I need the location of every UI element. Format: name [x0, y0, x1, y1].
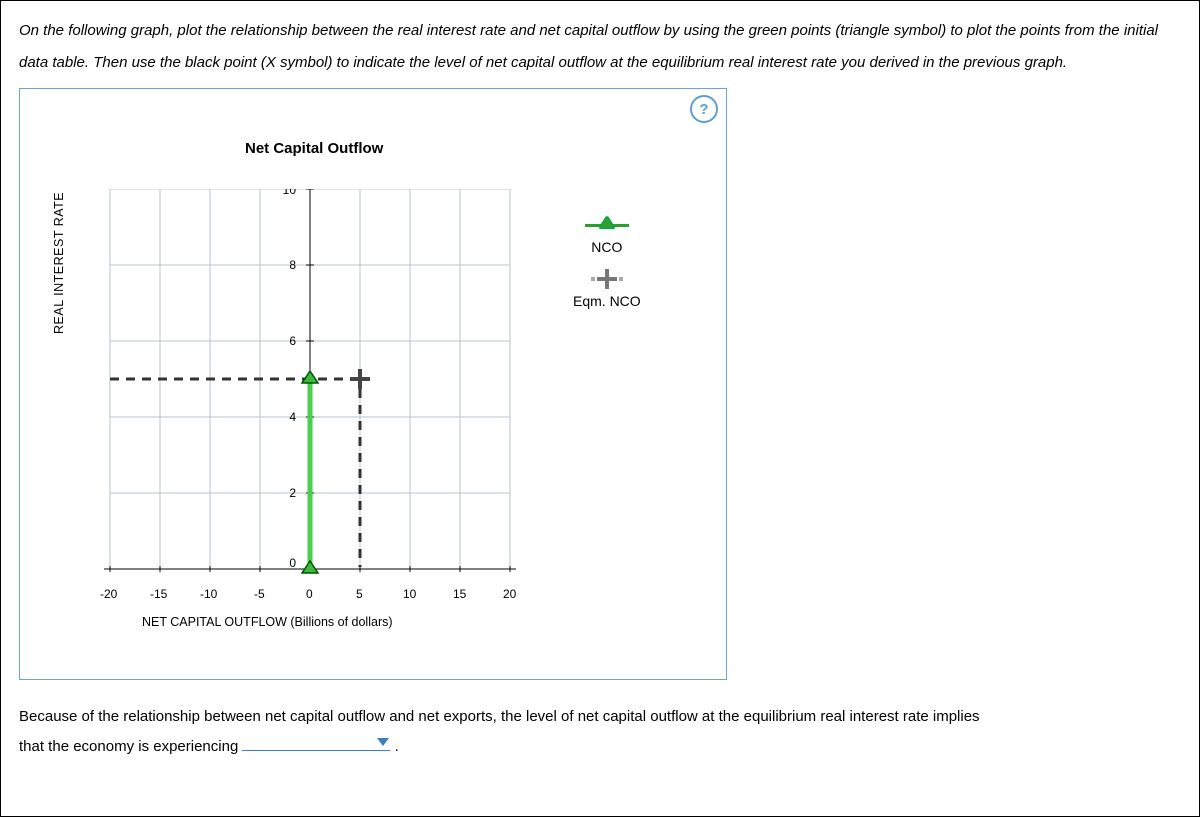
x-axis-label: NET CAPITAL OUTFLOW (Billions of dollars…: [142, 615, 393, 629]
eqm-nco-point-icon[interactable]: [350, 369, 370, 389]
triangle-icon: [585, 215, 629, 235]
x-tick-labels: -20 -15 -10 -5 0 5 10 15 20: [98, 587, 525, 603]
period: .: [395, 738, 399, 755]
bottom-text: Because of the relationship between net …: [19, 702, 1181, 762]
bottom-line2: that the economy is experiencing: [19, 738, 238, 755]
nco-point-icon[interactable]: [302, 371, 318, 383]
help-icon[interactable]: ?: [690, 95, 718, 123]
ytick-label: 2: [289, 486, 296, 500]
trade-balance-dropdown[interactable]: [242, 732, 390, 751]
instruction-text: On the following graph, plot the relatio…: [19, 15, 1181, 78]
legend-nco-label: NCO: [591, 239, 622, 255]
bottom-line1: Because of the relationship between net …: [19, 708, 980, 725]
chart-container: ? Net Capital Outflow REAL INTEREST RATE: [19, 88, 727, 680]
legend-eqm-label: Eqm. NCO: [573, 293, 641, 309]
ytick-label: 6: [289, 334, 296, 348]
legend: NCO Eqm. NCO: [573, 215, 641, 323]
ytick-label: 8: [289, 258, 296, 272]
ytick-label: 0: [289, 556, 296, 570]
ytick-label: 10: [283, 189, 297, 197]
y-axis-label: REAL INTEREST RATE: [52, 192, 66, 334]
ytick-label: 4: [289, 410, 296, 424]
chart-plot[interactable]: 10 8 6 4 2 0: [98, 189, 525, 581]
page: On the following graph, plot the relatio…: [0, 0, 1200, 817]
legend-eqm-nco[interactable]: Eqm. NCO: [573, 269, 641, 309]
nco-point-icon[interactable]: [302, 561, 318, 573]
eqm-guides: [110, 379, 360, 567]
plus-icon: [585, 269, 629, 289]
legend-nco[interactable]: NCO: [573, 215, 641, 255]
chart-title: Net Capital Outflow: [245, 140, 383, 157]
